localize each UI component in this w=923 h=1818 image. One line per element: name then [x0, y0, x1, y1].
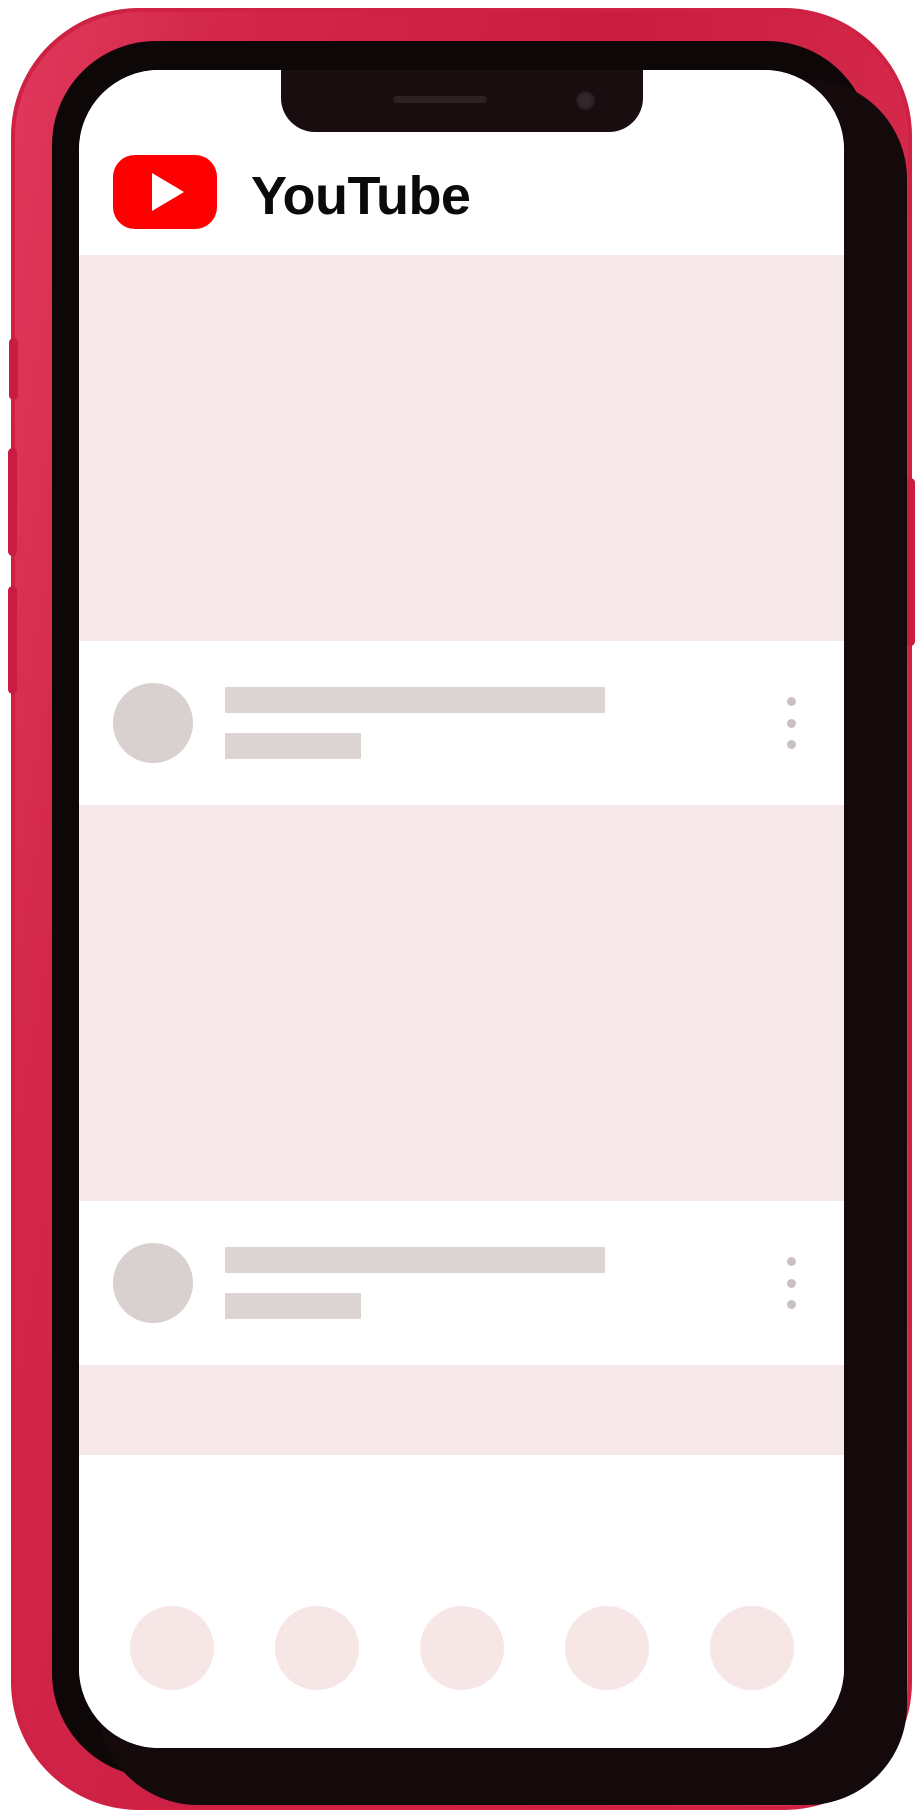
kebab-dot-icon	[786, 718, 796, 728]
video-thumbnail-placeholder-partial[interactable]	[79, 1365, 844, 1455]
tab-library-icon[interactable]	[709, 1606, 794, 1690]
video-meta-placeholder	[225, 1293, 361, 1319]
play-triangle-icon	[151, 173, 184, 211]
bottom-tab-bar	[79, 1578, 844, 1748]
phone-notch	[280, 70, 643, 132]
video-thumbnail-placeholder[interactable]	[79, 805, 844, 1201]
kebab-dot-icon	[786, 1278, 796, 1288]
phone-screen: YouTube	[79, 70, 844, 1748]
video-text-placeholders	[225, 687, 762, 759]
front-camera-icon	[575, 91, 595, 110]
volume-up-button[interactable]	[8, 448, 17, 556]
mute-switch[interactable]	[9, 338, 18, 400]
kebab-dot-icon	[786, 740, 796, 749]
phone-device-mockup: YouTube	[8, 8, 915, 1810]
video-thumbnail-placeholder[interactable]	[79, 255, 844, 641]
video-info-row[interactable]	[79, 1201, 844, 1365]
youtube-app: YouTube	[79, 70, 844, 1748]
tab-shorts-icon[interactable]	[274, 1606, 359, 1690]
video-title-placeholder	[225, 1247, 605, 1273]
tab-home-icon[interactable]	[129, 1606, 214, 1690]
app-title: YouTube	[251, 166, 471, 226]
video-feed	[79, 255, 844, 1578]
more-options-menu-icon[interactable]	[776, 691, 806, 755]
video-title-placeholder	[225, 687, 605, 713]
kebab-dot-icon	[786, 1300, 796, 1309]
power-button[interactable]	[906, 478, 915, 646]
tab-subscriptions-icon[interactable]	[564, 1606, 649, 1690]
kebab-dot-icon	[786, 697, 796, 706]
channel-avatar-placeholder[interactable]	[113, 1243, 193, 1323]
youtube-play-icon[interactable]	[113, 155, 217, 229]
video-info-row[interactable]	[79, 641, 844, 805]
earpiece-speaker-icon	[392, 96, 487, 103]
video-meta-placeholder	[225, 733, 361, 759]
video-text-placeholders	[225, 1247, 762, 1319]
channel-avatar-placeholder[interactable]	[113, 683, 193, 763]
volume-down-button[interactable]	[8, 586, 17, 694]
tab-create-icon[interactable]	[419, 1606, 504, 1690]
more-options-menu-icon[interactable]	[776, 1251, 806, 1315]
kebab-dot-icon	[786, 1257, 796, 1266]
